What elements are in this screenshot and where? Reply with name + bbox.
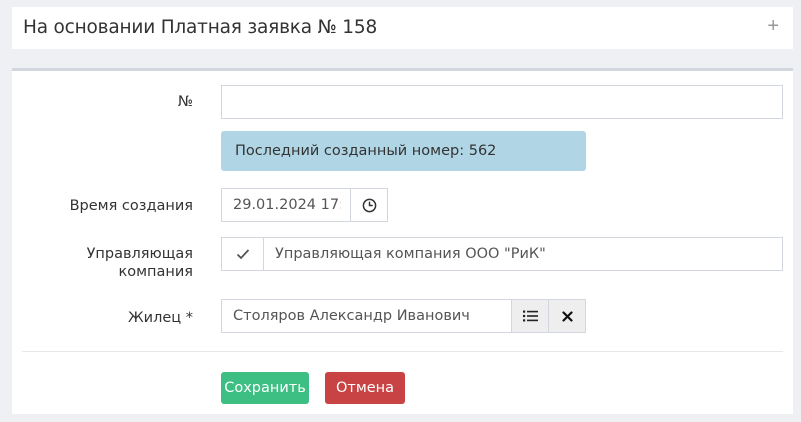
tenant-list-button[interactable] [511,299,549,333]
tenant-clear-button[interactable] [548,299,586,333]
save-button[interactable]: Сохранить [221,372,309,404]
tenant-input[interactable]: Столяров Александр Иванович [221,299,512,333]
company-label-line1: Управляющая [86,246,193,262]
company-check-addon [221,237,264,271]
created-time-input[interactable]: 29.01.2024 17:36 [221,188,351,222]
company-label-line2: компания [118,264,193,280]
list-icon [522,310,538,322]
clock-button[interactable] [350,188,388,222]
created-time-label: Время создания [69,198,193,214]
header-panel: На основании Платная заявка № 158 + [12,7,793,49]
page-title: На основании Платная заявка № 158 [23,17,378,38]
company-input[interactable]: Управляющая компания ООО "РиК" [263,237,783,271]
number-input[interactable] [221,85,783,119]
check-icon [236,249,249,260]
tenant-label: Жилец * [128,310,193,326]
number-label: № [177,94,193,110]
plus-icon[interactable]: + [767,16,779,36]
created-time-value: 29.01.2024 17:36 [233,197,341,213]
cancel-button[interactable]: Отмена [325,372,405,404]
close-icon [561,310,573,322]
form-divider [22,351,783,352]
last-number-notice: Последний созданный номер: 562 [221,131,586,171]
form-panel: № Последний созданный номер: 562 Время с… [12,68,793,414]
company-label: Управляющая компания [87,245,193,281]
clock-icon [362,198,376,212]
